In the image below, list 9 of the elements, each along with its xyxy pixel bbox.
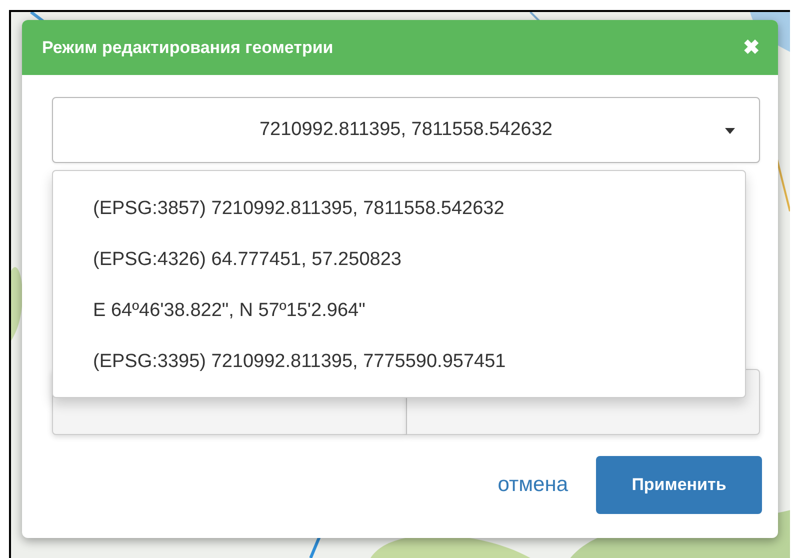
cancel-link[interactable]: отмена	[498, 473, 568, 497]
apply-button[interactable]: Применить	[596, 456, 762, 514]
dropdown-option[interactable]: E 64º46'38.822", N 57º15'2.964"	[53, 285, 745, 336]
coordinate-select[interactable]: 7210992.811395, 7811558.542632	[52, 97, 760, 163]
dialog-title: Режим редактирования геометрии	[42, 38, 334, 58]
dropdown-option[interactable]: (EPSG:3395) 7210992.811395, 7775590.957451	[53, 336, 745, 387]
caret-icon	[725, 128, 735, 134]
dropdown-option[interactable]: (EPSG:4326) 64.777451, 57.250823	[53, 234, 745, 285]
dropdown-option[interactable]: (EPSG:3857) 7210992.811395, 7811558.542632	[53, 183, 745, 234]
